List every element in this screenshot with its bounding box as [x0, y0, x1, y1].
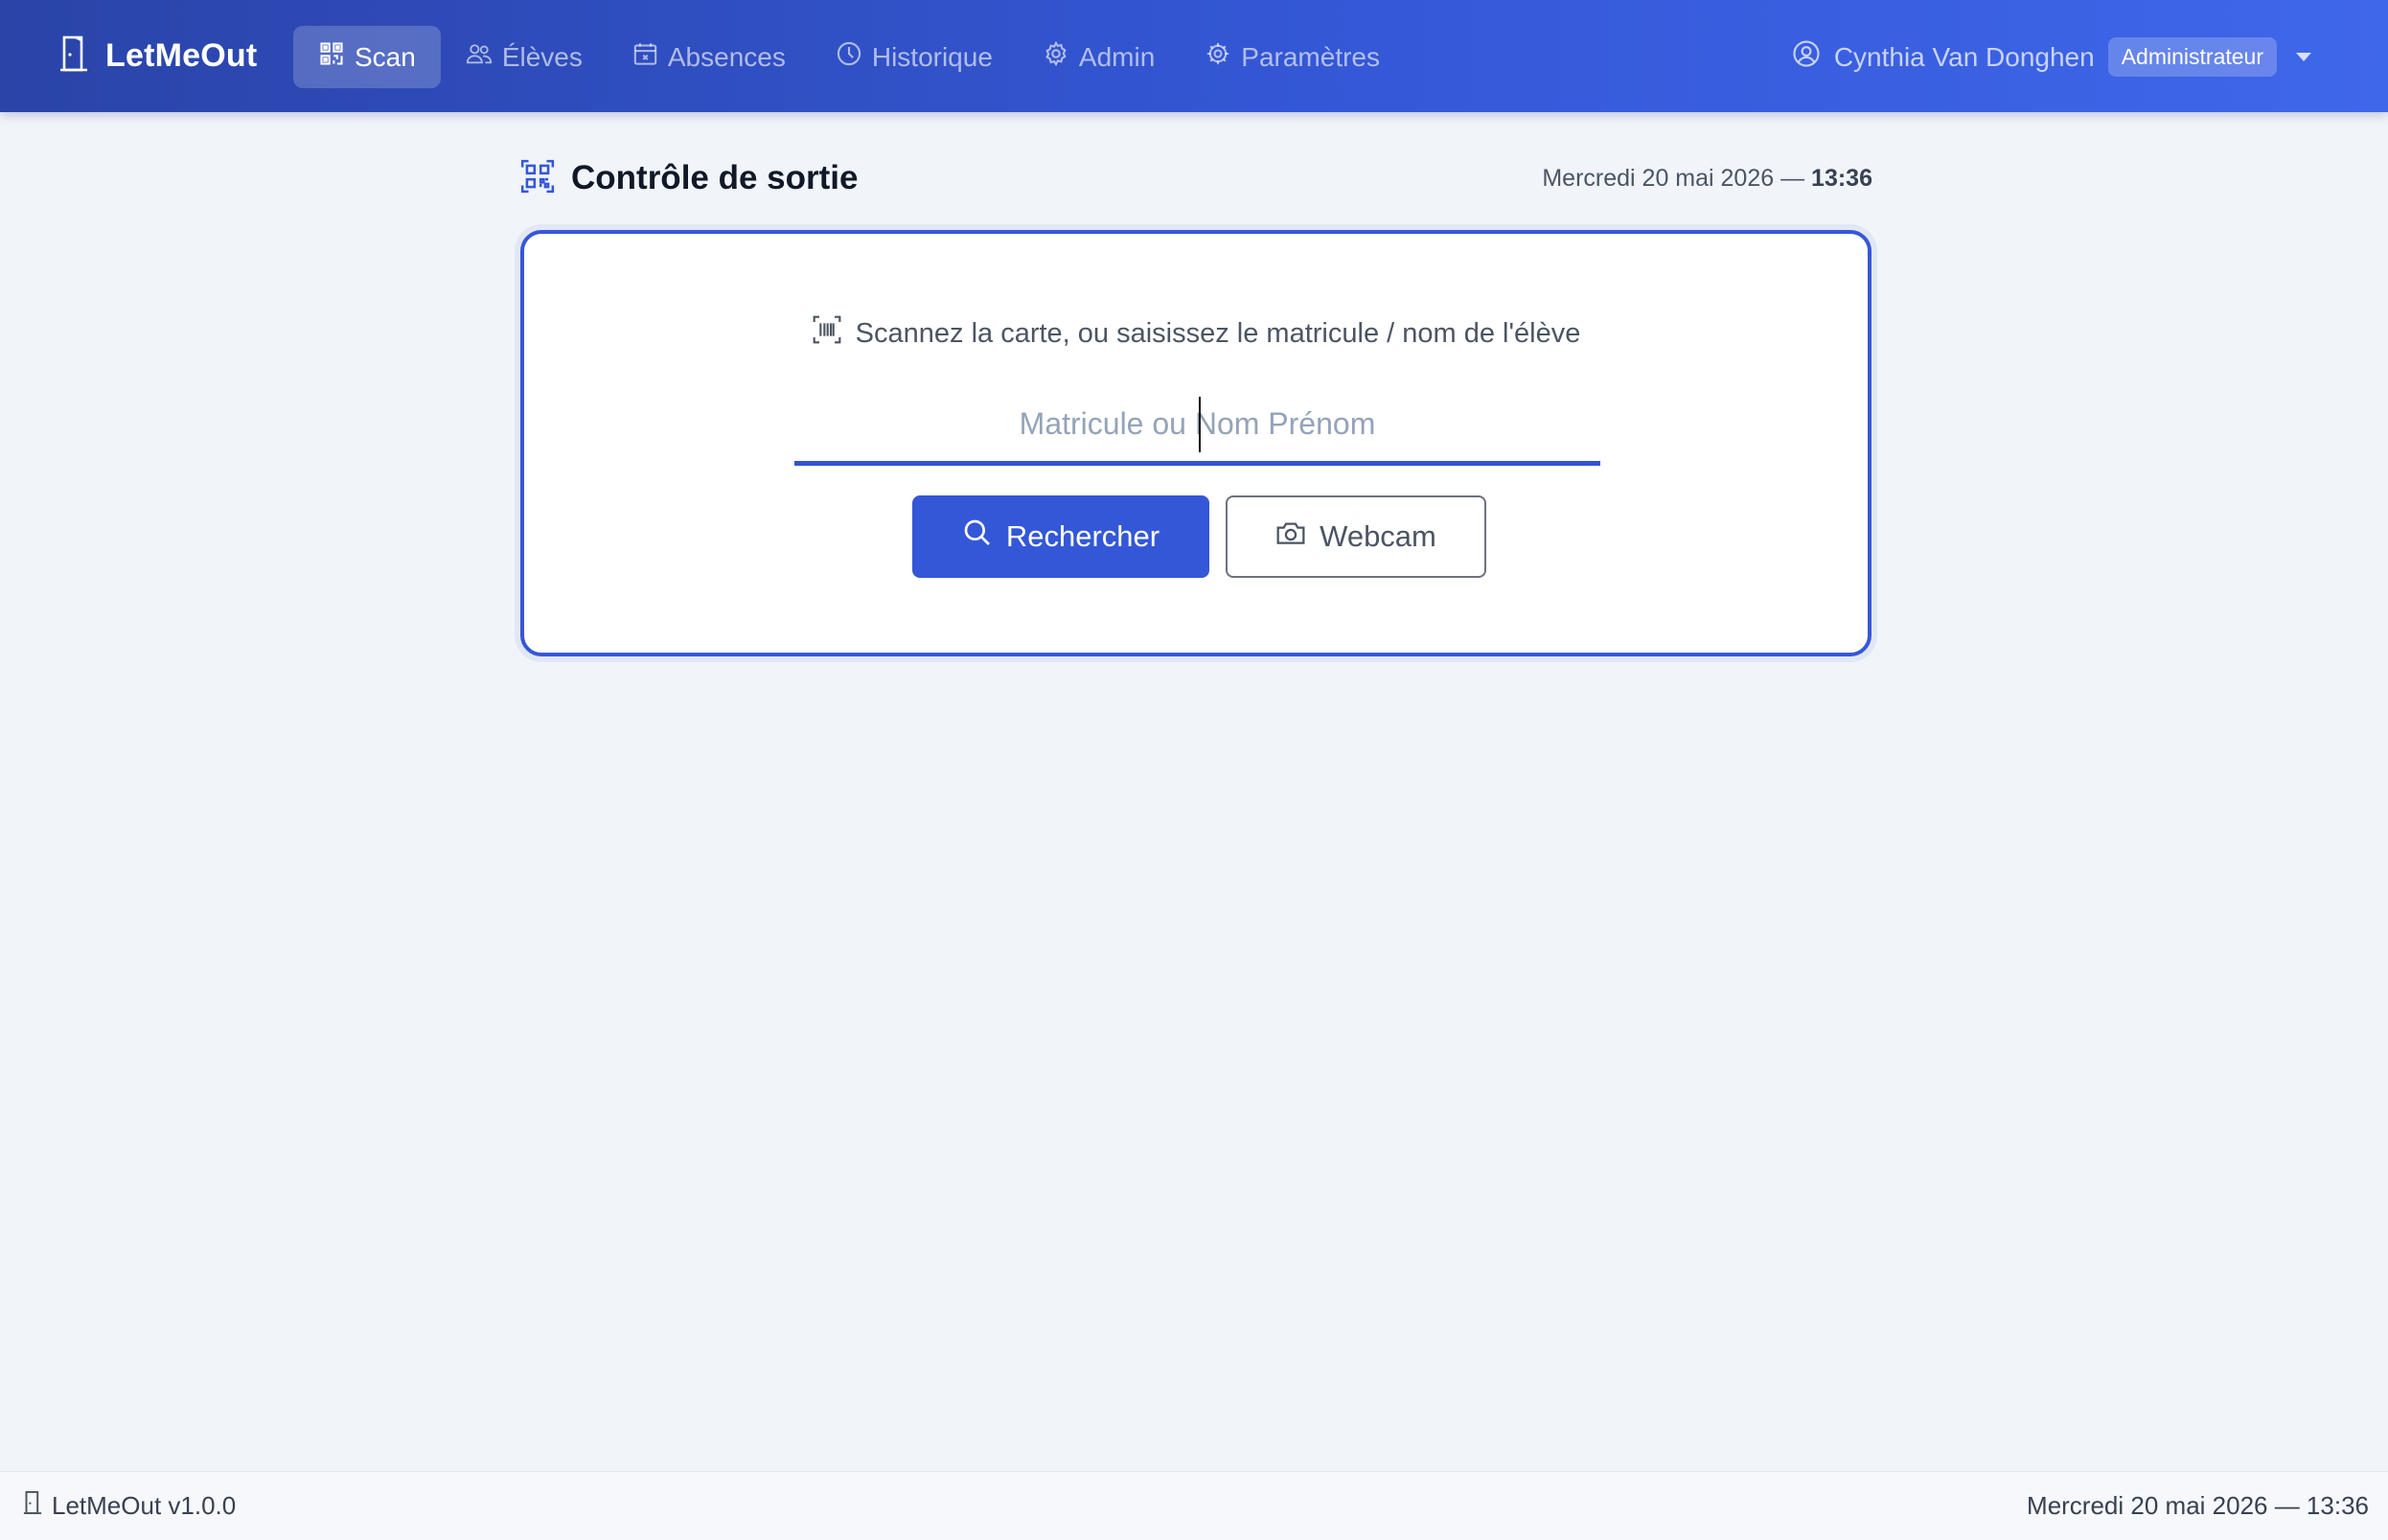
page-header: Contrôle de sortie Mercredi 20 mai 2026 … [519, 153, 1872, 203]
nav-item-eleves[interactable]: Élèves [441, 26, 608, 88]
header-time: 13:36 [1811, 164, 1872, 192]
user-circle-icon [1792, 39, 1821, 75]
barcode-icon [812, 314, 842, 353]
search-field [794, 387, 1600, 466]
scan-instruction: Scannez la carte, ou saisissez le matric… [524, 314, 1868, 353]
door-footer-icon [23, 1490, 42, 1522]
camera-icon [1275, 519, 1306, 554]
brand[interactable]: LetMeOut [59, 0, 257, 112]
top-navbar: LetMeOut Scan Élèves Absences Historique… [0, 0, 2388, 112]
footer-datetime: Mercredi 20 mai 2026 — 13:36 [2027, 1491, 2369, 1520]
nav-label: Absences [667, 41, 786, 72]
qr-scan-title-icon [519, 158, 556, 199]
gear-icon [1043, 40, 1069, 74]
webcam-button-label: Webcam [1320, 519, 1436, 553]
nav-item-parametres[interactable]: Paramètres [1180, 26, 1405, 88]
scan-actions: Rechercher Webcam [912, 495, 1486, 578]
user-name: Cynthia Van Donghen [1833, 41, 2095, 72]
instruction-text: Scannez la carte, ou saisissez le matric… [855, 317, 1581, 349]
page: LetMeOut Scan Élèves Absences Historique… [0, 0, 2388, 1540]
role-badge: Administrateur [2107, 37, 2277, 77]
nav-item-historique[interactable]: Historique [811, 26, 1018, 88]
search-button-label: Rechercher [1005, 519, 1160, 553]
nav-item-admin[interactable]: Admin [1018, 26, 1180, 88]
header-datetime: Mercredi 20 mai 2026 — 13:36 [1542, 165, 1872, 193]
nav-label: Paramètres [1241, 41, 1380, 72]
app-version: LetMeOut v1.0.0 [52, 1491, 237, 1520]
nav-label: Élèves [501, 41, 583, 72]
nav-label: Admin [1078, 41, 1156, 72]
page-title: Contrôle de sortie [571, 159, 859, 196]
footer: LetMeOut v1.0.0 Mercredi 20 mai 2026 — 1… [0, 1471, 2388, 1540]
search-input[interactable] [794, 387, 1600, 461]
header-date: Mercredi 20 mai 2026 — [1542, 164, 1812, 192]
search-icon [962, 517, 993, 556]
nav-item-absences[interactable]: Absences [608, 26, 811, 88]
nav-item-scan[interactable]: Scan [293, 26, 441, 88]
text-cursor [1199, 397, 1201, 452]
users-icon [466, 41, 493, 73]
settings-icon [1205, 40, 1231, 74]
qr-code-icon [318, 40, 345, 74]
search-button[interactable]: Rechercher [912, 495, 1209, 578]
clock-icon [836, 40, 862, 74]
door-logo-icon [59, 34, 88, 78]
scan-card: Scannez la carte, ou saisissez le matric… [520, 230, 1871, 656]
nav-label: Scan [355, 41, 416, 72]
main-nav: Scan Élèves Absences Historique Admin Pa… [293, 26, 1405, 88]
chevron-down-icon[interactable] [2296, 53, 2311, 61]
brand-name: LetMeOut [105, 37, 258, 74]
calendar-x-icon [632, 41, 658, 74]
nav-label: Historique [871, 41, 993, 72]
webcam-button[interactable]: Webcam [1226, 495, 1486, 578]
user-menu[interactable]: Cynthia Van Donghen Administrateur [1792, 26, 2311, 88]
